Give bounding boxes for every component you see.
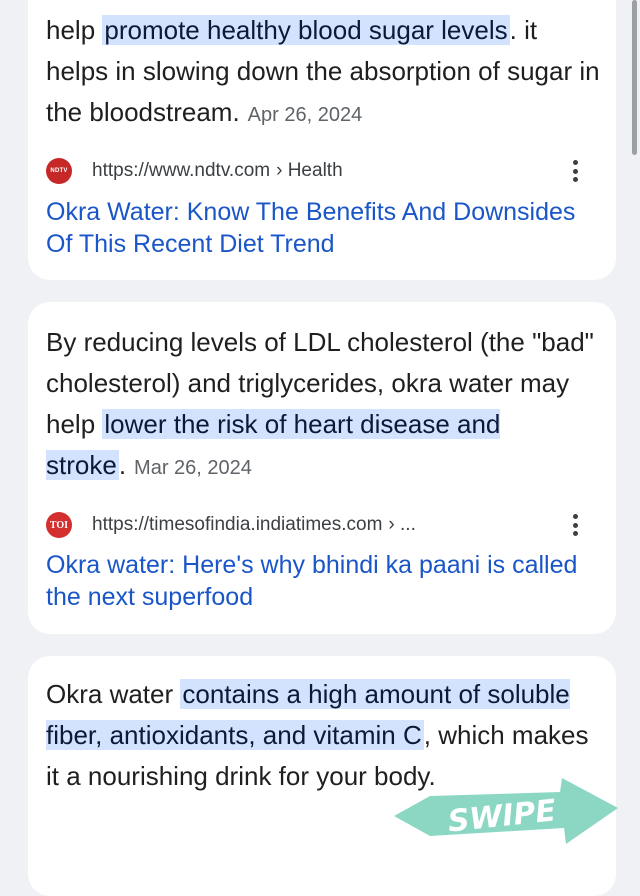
search-result-card-featured: Okra water contains a high amount of sol…	[28, 656, 616, 896]
snippet-text: help	[46, 15, 103, 45]
ndtv-favicon-icon: NDTV	[46, 158, 72, 184]
swipe-arrow-icon: SWIPE	[394, 778, 618, 844]
result-snippet: help promote healthy blood sugar levels.…	[46, 10, 606, 136]
result-breadcrumb: › Health	[276, 160, 343, 181]
result-breadcrumb: › ...	[388, 514, 416, 535]
more-vert-icon[interactable]	[564, 512, 586, 538]
page-scrollbar[interactable]	[632, 0, 637, 155]
more-vert-icon[interactable]	[564, 158, 586, 184]
result-snippet: By reducing levels of LDL cholesterol (t…	[46, 322, 606, 489]
result-url[interactable]: https://www.ndtv.com	[92, 160, 270, 182]
result-title-link[interactable]: Okra Water: Know The Benefits And Downsi…	[46, 196, 586, 260]
snippet-highlight: promote healthy blood sugar levels	[102, 15, 510, 45]
search-result-card-ndtv: help promote healthy blood sugar levels.…	[28, 0, 616, 280]
result-date: Apr 26, 2024	[247, 104, 363, 126]
result-title-link[interactable]: Okra water: Here's why bhindi ka paani i…	[46, 549, 586, 613]
snippet-highlight: lower the risk of heart disease and stro…	[46, 409, 501, 480]
result-source-row[interactable]: NDTV https://www.ndtv.com › Health	[46, 156, 598, 186]
result-source-row[interactable]: TOI https://timesofindia.indiatimes.com …	[46, 510, 598, 540]
search-result-card-toi: By reducing levels of LDL cholesterol (t…	[28, 302, 616, 634]
snippet-text: .	[118, 450, 127, 480]
toi-favicon-icon: TOI	[46, 512, 72, 538]
result-url[interactable]: https://timesofindia.indiatimes.com	[92, 514, 382, 536]
result-date: Mar 26, 2024	[134, 457, 252, 479]
snippet-text: Okra water	[46, 679, 181, 709]
